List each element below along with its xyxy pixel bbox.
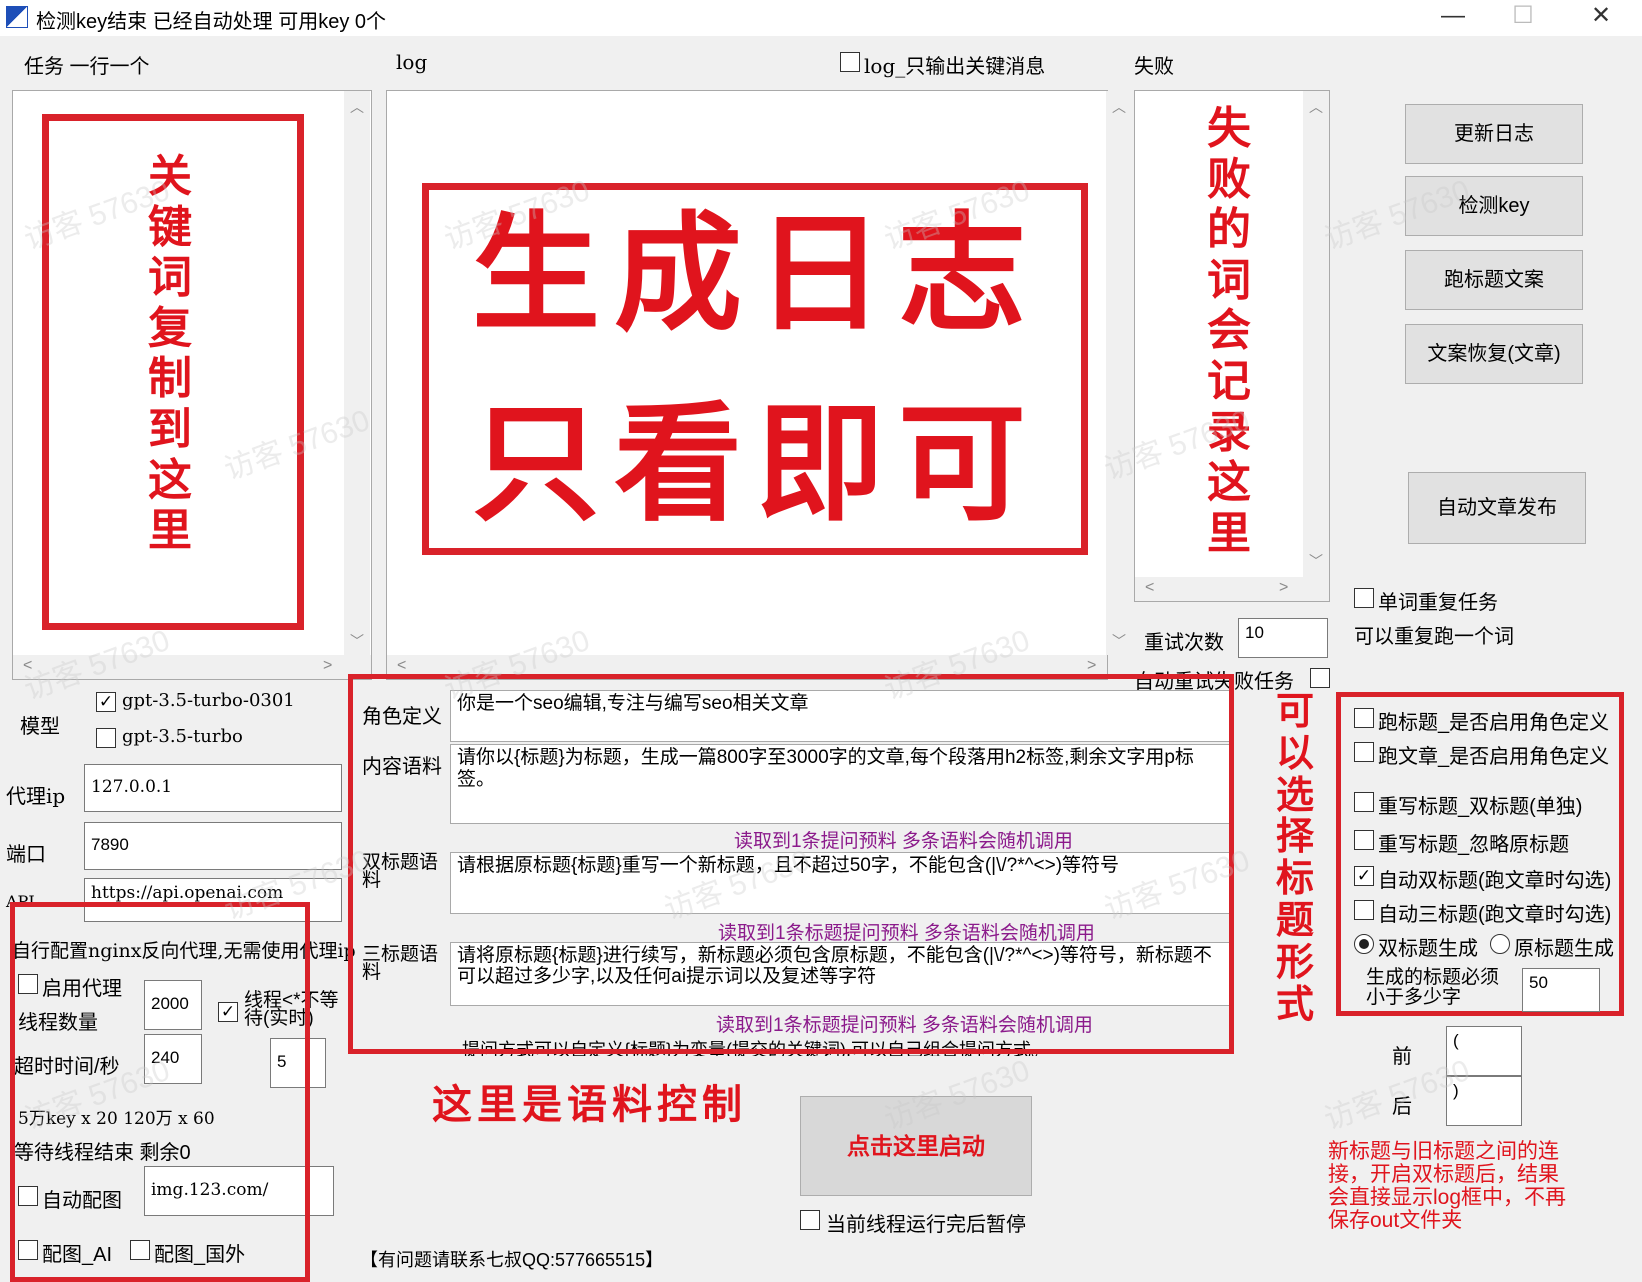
scroll-right-icon[interactable]: >	[323, 657, 332, 675]
scroll-up-icon[interactable]: ︿	[344, 97, 370, 117]
auto-double-label: 自动双标题(跑文章时勾选)	[1378, 870, 1612, 892]
close-icon[interactable]: ✕	[1578, 0, 1624, 34]
title-form-annotation: 可以选择标题形式	[1275, 691, 1314, 1026]
article-role-label: 跑文章_是否启用角色定义	[1378, 746, 1610, 768]
double-title-radio[interactable]	[1354, 934, 1374, 954]
app-icon	[6, 6, 28, 28]
watermark: 访客 57630	[1320, 173, 1475, 257]
port-label: 端口	[6, 844, 46, 866]
double-title-radio-label: 双标题生成	[1378, 938, 1478, 960]
word-repeat-checkbox[interactable]	[1354, 588, 1374, 608]
corpus-annotation: 这里是语料控制	[432, 1083, 747, 1127]
auto-triple-checkbox[interactable]	[1354, 900, 1374, 920]
tasks-header: 任务 一行一个	[24, 56, 150, 78]
auto-triple-label: 自动三标题(跑文章时勾选)	[1378, 904, 1612, 926]
scroll-down-icon[interactable]: ﹀	[1106, 631, 1132, 651]
log-key-only-label: log_只输出关键消息	[864, 54, 1046, 78]
proxy-ip-label: 代理ip	[6, 784, 66, 808]
log-annotation-line2: 只看即可	[471, 393, 1040, 536]
title-role-checkbox[interactable]	[1354, 708, 1374, 728]
title-max-input[interactable]: 50	[1522, 968, 1600, 1012]
proxy-ip-input[interactable]: 127.0.0.1	[84, 764, 342, 812]
article-role-checkbox[interactable]	[1354, 742, 1374, 762]
scroll-up-icon[interactable]: ︿	[1303, 97, 1329, 117]
scroll-down-icon[interactable]: ﹀	[344, 631, 370, 651]
rewrite-ignore-label: 重写标题_忽略原标题	[1378, 834, 1570, 856]
maximize-icon[interactable]: ☐	[1500, 0, 1546, 34]
rewrite-ignore-checkbox[interactable]	[1354, 830, 1374, 850]
auto-retry-checkbox[interactable]	[1310, 668, 1330, 688]
title-max-label: 生成的标题必须小于多少字	[1366, 967, 1500, 1008]
rewrite-double-label: 重写标题_双标题(单独)	[1378, 796, 1583, 818]
log-header: log	[396, 50, 428, 74]
scroll-up-icon[interactable]: ︿	[1106, 97, 1132, 117]
fail-header: 失败	[1134, 56, 1174, 78]
word-repeat-label: 单词重复任务	[1378, 592, 1498, 614]
link-note-annotation: 新标题与旧标题之间的连接，开启双标题后，结果会直接显示log框中，不再保存out…	[1328, 1140, 1567, 1232]
model-option-label: gpt-3.5-turbo	[122, 726, 243, 747]
auto-publish-button[interactable]: 自动文章发布	[1408, 472, 1586, 544]
retry-input[interactable]: 10	[1238, 618, 1328, 658]
scroll-left-icon[interactable]: <	[1145, 579, 1154, 597]
run-title-button[interactable]: 跑标题文案	[1405, 250, 1583, 310]
model-option-checkbox[interactable]	[96, 728, 116, 748]
pause-after-checkbox[interactable]	[800, 1210, 820, 1230]
model-option-checkbox[interactable]: ✓	[96, 692, 116, 712]
minimize-icon[interactable]: —	[1430, 0, 1476, 34]
word-repeat-desc: 可以重复跑一个词	[1354, 626, 1514, 648]
scroll-right-icon[interactable]: >	[1087, 657, 1096, 675]
original-title-radio-label: 原标题生成	[1514, 938, 1614, 960]
rewrite-double-checkbox[interactable]	[1354, 792, 1374, 812]
log-key-only-checkbox[interactable]	[840, 52, 860, 72]
fail-annotation: 失败的词会记录这里	[1207, 104, 1251, 558]
fail-hscrollbar[interactable]: < >	[1135, 577, 1329, 601]
update-log-button[interactable]: 更新日志	[1405, 104, 1583, 164]
scroll-right-icon[interactable]: >	[1279, 579, 1288, 597]
restore-article-button[interactable]: 文案恢复(文章)	[1405, 324, 1583, 384]
retry-label: 重试次数	[1144, 632, 1224, 654]
scroll-left-icon[interactable]: <	[397, 657, 406, 675]
task-vscrollbar[interactable]: ︿ ﹀	[344, 91, 370, 655]
log-vscrollbar[interactable]: ︿ ﹀	[1106, 91, 1132, 655]
fail-vscrollbar[interactable]: ︿ ﹀	[1303, 91, 1329, 577]
model-label: 模型	[20, 716, 60, 738]
model-option-label: gpt-3.5-turbo-0301	[122, 690, 295, 711]
contact-info: 【有问题请联系七叔QQ:577665515】	[360, 1250, 664, 1270]
auto-double-checkbox[interactable]: ✓	[1354, 866, 1374, 886]
scroll-down-icon[interactable]: ﹀	[1303, 551, 1329, 571]
title-role-label: 跑标题_是否启用角色定义	[1378, 712, 1610, 734]
original-title-radio[interactable]	[1490, 934, 1510, 954]
pause-after-label: 当前线程运行完后暂停	[826, 1214, 1026, 1236]
window-title: 检测key结束 已经自动处理 可用key 0个	[36, 11, 387, 33]
